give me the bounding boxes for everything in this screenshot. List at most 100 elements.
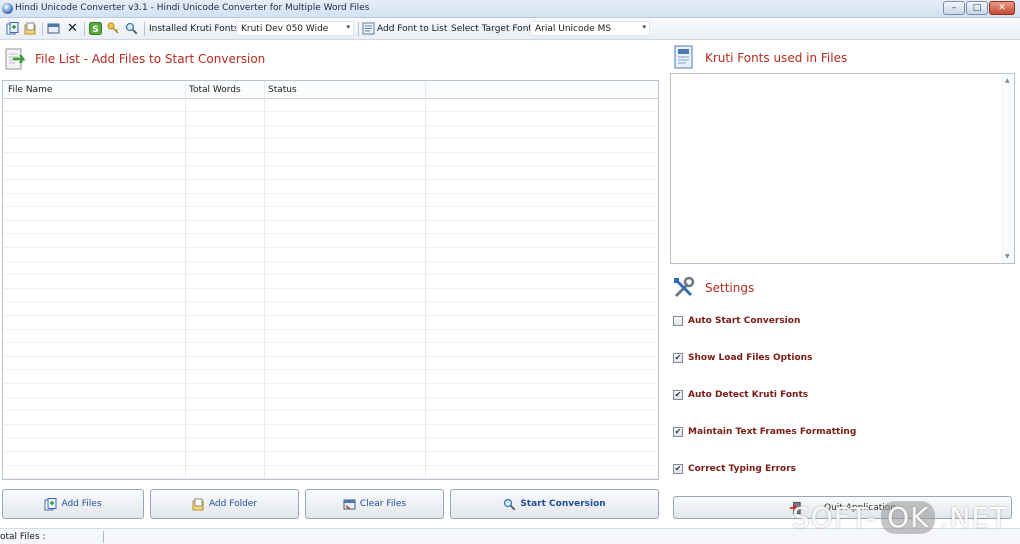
total-files-status: otal Files : — [0, 532, 46, 542]
add-files-icon[interactable] — [6, 22, 19, 35]
show-load-files-option[interactable]: ✔ Show Load Files Options — [673, 353, 812, 363]
table-row[interactable] — [3, 303, 658, 316]
column-header-total-words[interactable]: Total Words — [189, 85, 241, 95]
column-header-file-name[interactable]: File Name — [8, 85, 52, 95]
add-folder-icon — [192, 498, 205, 511]
checkbox[interactable]: ✔ — [673, 353, 683, 363]
app-icon — [2, 3, 13, 14]
checkbox-label: Auto Detect Kruti Fonts — [688, 390, 809, 400]
watermark-text: SOFT- — [792, 501, 878, 534]
auto-detect-fonts-option[interactable]: ✔ Auto Detect Kruti Fonts — [673, 390, 808, 400]
auto-start-conversion-option[interactable]: Auto Start Conversion — [673, 316, 800, 326]
checkbox[interactable] — [673, 316, 683, 326]
search-icon[interactable] — [125, 22, 138, 35]
kruti-fonts-list[interactable]: ▲ ▼ — [670, 73, 1015, 264]
file-list-header: File List - Add Files to Start Conversio… — [4, 47, 265, 71]
convert-icon[interactable]: S — [89, 22, 102, 35]
minimize-button[interactable]: – — [943, 1, 965, 15]
table-row[interactable] — [3, 126, 658, 140]
start-conversion-label: Start Conversion — [520, 499, 606, 509]
target-font-label: Select Target Font — [451, 24, 532, 34]
installed-fonts-value: Kruti Dev 050 Wide — [241, 24, 329, 34]
table-header: File Name Total Words Status — [3, 81, 658, 99]
toolbar: ✕ S Installed Kruti Fonts Kruti Dev 050 … — [0, 18, 1020, 40]
file-list-title: File List - Add Files to Start Conversio… — [35, 52, 266, 66]
checkbox-label: Maintain Text Frames Formatting — [688, 427, 857, 437]
search-icon — [503, 498, 516, 511]
settings-header: Settings — [672, 276, 754, 300]
table-row[interactable] — [3, 181, 658, 194]
window-title: Hindi Unicode Converter v3.1 - Hindi Uni… — [15, 3, 370, 13]
table-row[interactable] — [3, 167, 658, 180]
table-row[interactable] — [3, 357, 658, 371]
add-folder-icon[interactable] — [24, 22, 37, 35]
table-row[interactable] — [3, 249, 658, 262]
table-row[interactable] — [3, 140, 658, 153]
start-conversion-button[interactable]: Start Conversion — [450, 489, 659, 519]
table-row[interactable] — [3, 99, 658, 112]
checkbox[interactable]: ✔ — [673, 464, 683, 474]
watermark-text: OK — [881, 501, 936, 534]
clear-list-icon[interactable] — [47, 22, 60, 35]
key-icon[interactable] — [107, 22, 120, 35]
window-controls: – □ ✕ — [943, 1, 1015, 15]
table-row[interactable] — [3, 385, 658, 398]
installed-fonts-dropdown[interactable]: Kruti Dev 050 Wide ▾ — [236, 21, 354, 36]
table-row[interactable] — [3, 439, 658, 452]
table-row[interactable] — [3, 330, 658, 344]
svg-text:S: S — [92, 25, 98, 35]
correct-typing-errors-option[interactable]: ✔ Correct Typing Errors — [673, 464, 796, 474]
chevron-down-icon: ▾ — [346, 23, 350, 31]
maximize-button[interactable]: □ — [966, 1, 988, 15]
table-row[interactable] — [3, 317, 658, 330]
checkbox[interactable]: ✔ — [673, 390, 683, 400]
maintain-text-frames-option[interactable]: ✔ Maintain Text Frames Formatting — [673, 427, 856, 437]
add-files-icon — [44, 497, 57, 511]
target-font-dropdown[interactable]: Arial Unicode MS ▾ — [530, 21, 650, 36]
table-row[interactable] — [3, 235, 658, 248]
table-row[interactable] — [3, 289, 658, 303]
scroll-up-icon[interactable]: ▲ — [1005, 77, 1010, 84]
add-font-icon[interactable] — [362, 22, 375, 35]
tools-icon — [672, 276, 696, 300]
close-button[interactable]: ✕ — [989, 1, 1015, 15]
table-row[interactable] — [3, 412, 658, 425]
table-row[interactable] — [3, 113, 658, 126]
table-row[interactable] — [3, 194, 658, 208]
watermark-text: .NET — [939, 501, 1009, 534]
table-row[interactable] — [3, 398, 658, 412]
checkbox[interactable]: ✔ — [673, 427, 683, 437]
font-document-icon — [672, 45, 698, 71]
table-row[interactable] — [3, 221, 658, 235]
scroll-down-icon[interactable]: ▼ — [1005, 253, 1010, 260]
watermark: SOFT- OK .NET — [792, 501, 1008, 534]
remove-icon[interactable]: ✕ — [66, 22, 79, 35]
toolbar-separator — [358, 22, 359, 36]
clear-list-icon — [343, 498, 356, 511]
clear-files-label: Clear Files — [359, 499, 407, 509]
title-bar: Hindi Unicode Converter v3.1 - Hindi Uni… — [0, 0, 1020, 18]
table-row[interactable] — [3, 453, 658, 466]
file-list-table[interactable]: File Name Total Words Status — [2, 80, 659, 480]
table-row[interactable] — [3, 344, 658, 357]
add-folder-label: Add Folder — [208, 499, 258, 509]
table-row[interactable] — [3, 371, 658, 384]
column-header-status[interactable]: Status — [268, 85, 297, 95]
fonts-list-scrollbar[interactable]: ▲ ▼ — [1002, 74, 1014, 263]
clear-files-button[interactable]: Clear Files — [305, 489, 444, 519]
installed-fonts-label: Installed Kruti Fonts — [149, 24, 239, 34]
add-files-button[interactable]: Add Files — [2, 489, 144, 519]
add-font-button[interactable]: Add Font to List — [377, 24, 447, 34]
table-row[interactable] — [3, 208, 658, 221]
settings-title: Settings — [705, 281, 755, 295]
add-folder-button[interactable]: Add Folder — [150, 489, 299, 519]
table-row[interactable] — [3, 425, 658, 439]
table-row[interactable] — [3, 153, 658, 167]
document-arrow-icon — [4, 47, 30, 71]
table-row[interactable] — [3, 262, 658, 276]
table-row[interactable] — [3, 466, 658, 479]
target-font-value: Arial Unicode MS — [535, 24, 612, 34]
table-row[interactable] — [3, 276, 658, 289]
checkbox-label: Correct Typing Errors — [688, 464, 796, 474]
chevron-down-icon: ▾ — [642, 23, 646, 31]
